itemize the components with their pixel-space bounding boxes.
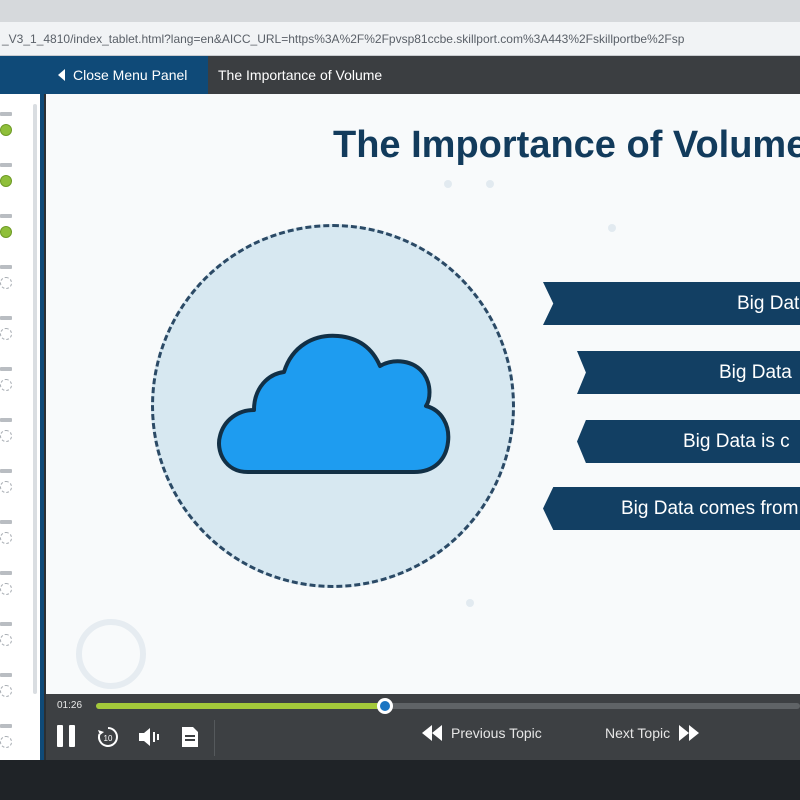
banner-1: Big Dat [543, 282, 800, 325]
progress-bar[interactable] [96, 698, 800, 714]
course-header: Close Menu Panel The Importance of Volum… [0, 56, 800, 94]
banner-4-text: Big Data comes from [621, 497, 799, 519]
background-dot [444, 180, 452, 188]
close-menu-panel-button[interactable]: Close Menu Panel [0, 56, 187, 94]
replay-10-icon[interactable]: 10 [96, 725, 120, 749]
topic-title: The Importance of Volume [218, 67, 383, 83]
controls-divider [214, 720, 215, 756]
incomplete-status-icon [0, 634, 12, 646]
menu-topic-label [0, 163, 12, 167]
browser-tab-strip [0, 0, 800, 22]
incomplete-status-icon [0, 685, 12, 697]
menu-topic-label [0, 214, 12, 218]
incomplete-status-icon [0, 532, 12, 544]
incomplete-status-icon [0, 583, 12, 595]
banner-2: Big Data [577, 351, 800, 394]
player-controls: 01:26 10 Previous Topic Next Topic [46, 694, 800, 760]
complete-status-icon [0, 226, 12, 238]
menu-panel-header: Close Menu Panel [0, 56, 208, 94]
close-menu-panel-label: Close Menu Panel [73, 67, 188, 83]
incomplete-status-icon [0, 379, 12, 391]
gear-background-icon [76, 619, 146, 689]
cloud-icon [217, 333, 451, 474]
menu-panel [0, 94, 44, 760]
os-taskbar [0, 760, 800, 800]
menu-topic-label [0, 724, 12, 728]
address-bar-url[interactable]: _V3_1_4810/index_tablet.html?lang=en&AIC… [0, 32, 684, 46]
slide-canvas: The Importance of Volume Big Dat Big Dat… [46, 94, 800, 694]
banner-2-text: Big Data [719, 361, 792, 383]
next-topic-icon [679, 725, 700, 741]
menu-topic-label [0, 418, 12, 422]
progress-handle[interactable] [376, 698, 393, 714]
incomplete-status-icon [0, 430, 12, 442]
menu-topic-label [0, 622, 12, 626]
incomplete-status-icon [0, 736, 12, 748]
svg-text:10: 10 [104, 734, 113, 743]
volume-icon[interactable] [138, 727, 162, 747]
menu-topic-label [0, 469, 12, 473]
menu-topic-label [0, 316, 12, 320]
banner-4: Big Data comes from [543, 487, 800, 530]
previous-topic-label: Previous Topic [451, 725, 542, 741]
previous-topic-button[interactable]: Previous Topic [421, 724, 542, 742]
background-dot [486, 180, 494, 188]
previous-topic-icon [422, 725, 442, 741]
elapsed-time: 01:26 [57, 700, 83, 711]
incomplete-status-icon [0, 328, 12, 340]
complete-status-icon [0, 124, 12, 136]
menu-topic-label [0, 673, 12, 677]
arrow-left-icon [58, 69, 65, 81]
menu-topic-label [0, 112, 12, 116]
incomplete-status-icon [0, 481, 12, 493]
address-bar[interactable]: _V3_1_4810/index_tablet.html?lang=en&AIC… [0, 22, 800, 56]
banner-3: Big Data is c [577, 420, 800, 463]
transcript-icon[interactable] [181, 726, 199, 748]
menu-topic-label [0, 520, 12, 524]
menu-topic-label [0, 367, 12, 371]
pause-icon[interactable] [57, 725, 75, 747]
progress-fill [96, 703, 385, 709]
banner-3-text: Big Data is c [683, 430, 790, 452]
background-dot [608, 224, 616, 232]
background-dot [466, 599, 474, 607]
next-topic-label: Next Topic [605, 725, 671, 741]
banner-1-text: Big Dat [737, 292, 800, 314]
menu-scrollbar[interactable] [33, 104, 37, 694]
menu-topic-label [0, 571, 12, 575]
incomplete-status-icon [0, 277, 12, 289]
slide-title: The Importance of Volume [333, 124, 800, 166]
menu-topic-label [0, 265, 12, 269]
next-topic-button[interactable]: Next Topic [605, 724, 700, 742]
complete-status-icon [0, 175, 12, 187]
